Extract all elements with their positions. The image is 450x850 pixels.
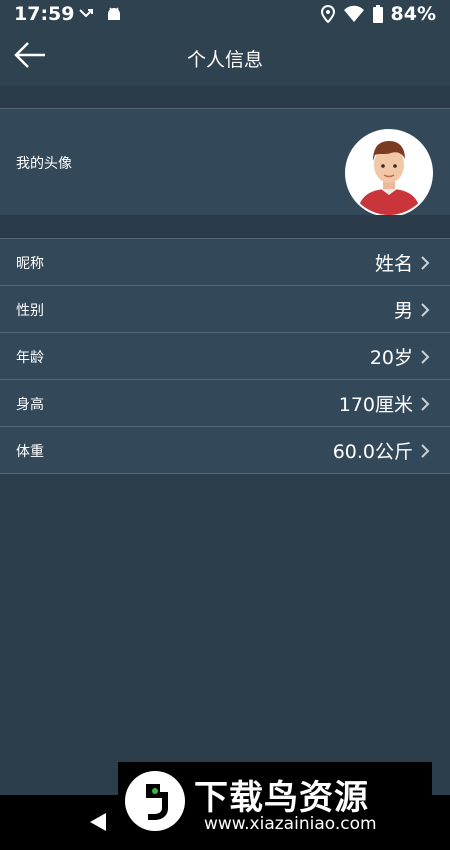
- avatar-row[interactable]: 我的头像: [0, 108, 450, 217]
- gender-value: 男: [393, 300, 413, 322]
- missed-call-icon: [79, 9, 93, 18]
- battery-icon: [372, 5, 383, 23]
- wifi-icon: [343, 5, 364, 22]
- age-value: 20岁: [369, 347, 413, 369]
- nickname-row[interactable]: 昵称 姓名: [0, 239, 450, 286]
- watermark-title: 下载鸟资源: [194, 778, 369, 818]
- status-bar: 17:59 84%: [0, 0, 450, 30]
- watermark-url: www.xiazainiao.com: [204, 814, 377, 834]
- avatar-person-icon: [347, 131, 431, 215]
- page-title: 个人信息: [186, 49, 263, 71]
- battery-percent: 84%: [390, 3, 436, 25]
- height-row[interactable]: 身高 170厘米: [0, 380, 450, 427]
- nav-back-icon[interactable]: [90, 813, 106, 831]
- info-list: 昵称 姓名 性别 男 年龄 20岁 身高 170厘米 体重 60.0公斤: [0, 238, 450, 474]
- status-right: 84%: [320, 3, 436, 25]
- chevron-right-icon: [421, 397, 430, 411]
- status-time: 17:59: [14, 3, 75, 25]
- age-row[interactable]: 年龄 20岁: [0, 333, 450, 380]
- chevron-right-icon: [421, 303, 430, 317]
- weight-value: 60.0公斤: [332, 441, 413, 463]
- section-divider: [0, 86, 450, 108]
- location-icon: [320, 5, 335, 23]
- avatar-label: 我的头像: [16, 156, 72, 172]
- section-divider: [0, 215, 450, 238]
- gender-row[interactable]: 性别 男: [0, 286, 450, 333]
- chevron-right-icon: [421, 350, 430, 364]
- nickname-value: 姓名: [374, 253, 413, 275]
- watermark-logo-icon: [125, 771, 185, 831]
- height-value: 170厘米: [338, 394, 413, 416]
- height-label: 身高: [16, 397, 44, 413]
- chevron-right-icon: [421, 444, 430, 458]
- status-left-icons: [78, 6, 122, 22]
- weight-row[interactable]: 体重 60.0公斤: [0, 427, 450, 473]
- avatar[interactable]: [345, 129, 433, 217]
- watermark: 下载鸟资源 www.xiazainiao.com: [118, 762, 432, 840]
- app-bar: 个人信息: [0, 30, 450, 86]
- gender-label: 性别: [16, 303, 44, 319]
- weight-label: 体重: [16, 444, 44, 460]
- chevron-right-icon: [421, 256, 430, 270]
- android-icon: [108, 7, 120, 20]
- nickname-label: 昵称: [16, 256, 44, 272]
- age-label: 年龄: [16, 350, 44, 366]
